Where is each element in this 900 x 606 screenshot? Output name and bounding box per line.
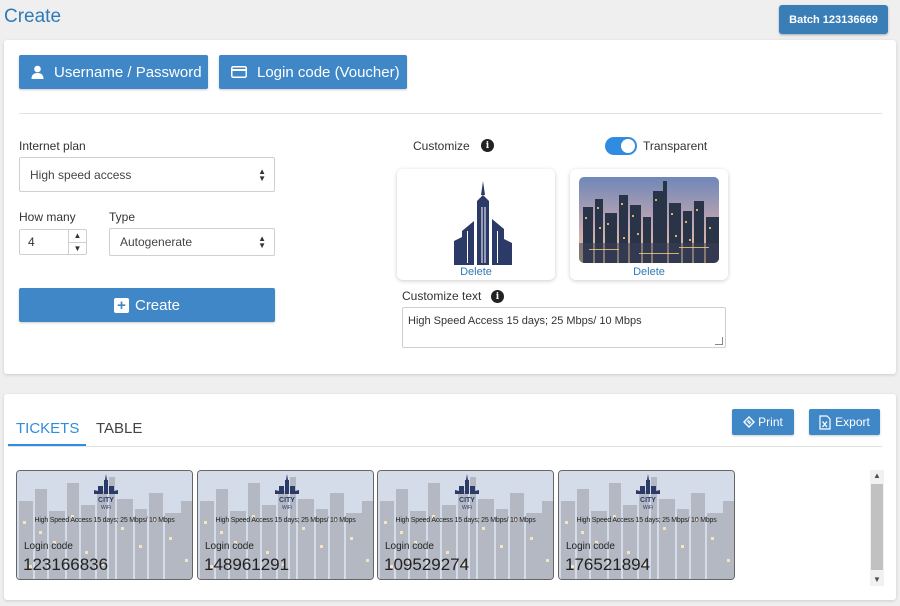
scrollbar-thumb[interactable] bbox=[871, 484, 883, 570]
svg-text:WiFi: WiFi bbox=[282, 505, 292, 510]
ticket-plan-text: High Speed Access 15 days; 25 Mbps/ 10 M… bbox=[34, 517, 175, 524]
ticket-login-code-label: Login code bbox=[24, 541, 73, 552]
type-value: Autogenerate bbox=[120, 235, 193, 249]
ticket-login-code: 148961291 bbox=[204, 555, 290, 574]
svg-text:CITY: CITY bbox=[98, 497, 114, 504]
city-logo-image bbox=[454, 181, 512, 265]
scroll-up-icon[interactable]: ▲ bbox=[870, 470, 884, 482]
batch-button[interactable]: Batch 123136669 bbox=[779, 5, 888, 34]
create-form-card: Username / Password Login code (Voucher)… bbox=[4, 40, 896, 374]
internet-plan-select[interactable]: High speed access ▲ ▼ bbox=[19, 157, 275, 192]
ticket-login-code: 109529274 bbox=[384, 555, 470, 574]
credit-card-icon bbox=[231, 66, 247, 78]
svg-text:WiFi: WiFi bbox=[643, 505, 653, 510]
logo-image-card: Delete bbox=[397, 169, 555, 280]
plus-icon: + bbox=[113, 297, 129, 313]
info-icon[interactable]: i bbox=[491, 290, 504, 303]
city-wifi-logo-icon: CITY WiFi bbox=[455, 474, 479, 510]
how-many-label: How many bbox=[19, 210, 76, 224]
print-button[interactable]: Print bbox=[732, 409, 794, 435]
svg-text:WiFi: WiFi bbox=[101, 505, 111, 510]
svg-text:CITY: CITY bbox=[279, 497, 295, 504]
tab-table[interactable]: TABLE bbox=[96, 420, 142, 437]
city-skyline-photo bbox=[579, 177, 719, 263]
increment-icon[interactable]: ▲ bbox=[69, 230, 86, 243]
transparent-toggle[interactable] bbox=[605, 137, 637, 155]
svg-text:CITY: CITY bbox=[459, 497, 475, 504]
internet-plan-value: High speed access bbox=[30, 167, 132, 182]
ticket-card[interactable]: CITY WiFi High Speed Access 15 days; 25 … bbox=[197, 470, 374, 580]
stepper-buttons: ▲ ▼ bbox=[68, 230, 86, 254]
ticket-login-code-label: Login code bbox=[566, 541, 615, 552]
tab-divider bbox=[8, 446, 882, 447]
customize-label: Customize bbox=[413, 139, 470, 153]
ticket-login-code-label: Login code bbox=[205, 541, 254, 552]
login-code-voucher-button[interactable]: Login code (Voucher) bbox=[219, 55, 407, 89]
customize-text-input[interactable]: High Speed Access 15 days; 25 Mbps/ 10 M… bbox=[402, 307, 726, 348]
tickets-card: TICKETS TABLE Print Export CITY WiFi Hig… bbox=[4, 394, 896, 600]
ticket-login-code: 123166836 bbox=[23, 555, 109, 574]
select-arrows-icon: ▲ ▼ bbox=[258, 166, 266, 183]
ticket-card[interactable]: CITY WiFi High Speed Access 15 days; 25 … bbox=[558, 470, 735, 580]
ticket-card[interactable]: CITY WiFi High Speed Access 15 days; 25 … bbox=[16, 470, 193, 580]
user-icon bbox=[31, 65, 44, 79]
info-icon[interactable]: i bbox=[481, 139, 494, 152]
tab-tickets[interactable]: TICKETS bbox=[16, 420, 79, 437]
how-many-value: 4 bbox=[28, 235, 35, 249]
svg-text:CITY: CITY bbox=[640, 497, 656, 504]
decrement-icon[interactable]: ▼ bbox=[69, 243, 86, 255]
how-many-stepper[interactable]: 4 ▲ ▼ bbox=[19, 229, 87, 255]
customize-text-label: Customize text bbox=[402, 289, 482, 303]
ticket-plan-text: High Speed Access 15 days; 25 Mbps/ 10 M… bbox=[215, 517, 356, 524]
city-wifi-logo-icon: CITY WiFi bbox=[636, 474, 660, 510]
export-label: Export bbox=[835, 415, 870, 429]
resize-grip-icon[interactable] bbox=[715, 337, 723, 345]
delete-background-link[interactable]: Delete bbox=[570, 266, 728, 278]
export-button[interactable]: Export bbox=[809, 409, 880, 435]
svg-text:WiFi: WiFi bbox=[462, 505, 472, 510]
login-code-voucher-label: Login code (Voucher) bbox=[257, 63, 400, 81]
ticket-plan-text: High Speed Access 15 days; 25 Mbps/ 10 M… bbox=[395, 517, 536, 524]
select-arrows-icon: ▲ ▼ bbox=[258, 234, 266, 250]
customize-text-value: High Speed Access 15 days; 25 Mbps/ 10 M… bbox=[408, 315, 642, 327]
city-wifi-logo-icon: CITY WiFi bbox=[94, 474, 118, 510]
username-password-button[interactable]: Username / Password bbox=[19, 55, 208, 89]
create-button[interactable]: + Create bbox=[19, 288, 275, 322]
excel-file-icon bbox=[819, 414, 831, 430]
vertical-scrollbar[interactable]: ▲ ▼ bbox=[870, 470, 884, 586]
delete-logo-link[interactable]: Delete bbox=[397, 266, 555, 278]
ticket-login-code: 176521894 bbox=[565, 555, 651, 574]
toggle-knob bbox=[621, 139, 635, 153]
ticket-plan-text: High Speed Access 15 days; 25 Mbps/ 10 M… bbox=[576, 517, 717, 524]
internet-plan-label: Internet plan bbox=[19, 139, 86, 153]
city-wifi-logo-icon: CITY WiFi bbox=[275, 474, 299, 510]
username-password-label: Username / Password bbox=[54, 63, 202, 81]
scroll-down-icon[interactable]: ▼ bbox=[870, 574, 884, 586]
background-image-card: Delete bbox=[570, 169, 728, 280]
ticket-icon bbox=[743, 416, 756, 428]
create-button-label: Create bbox=[134, 296, 181, 314]
type-select[interactable]: Autogenerate ▲ ▼ bbox=[109, 228, 275, 256]
transparent-label: Transparent bbox=[643, 139, 708, 153]
divider bbox=[19, 113, 882, 114]
ticket-login-code-label: Login code bbox=[385, 541, 434, 552]
print-label: Print bbox=[758, 415, 783, 429]
ticket-card[interactable]: CITY WiFi High Speed Access 15 days; 25 … bbox=[377, 470, 554, 580]
type-label: Type bbox=[109, 210, 136, 224]
page-title: Create bbox=[4, 6, 62, 27]
